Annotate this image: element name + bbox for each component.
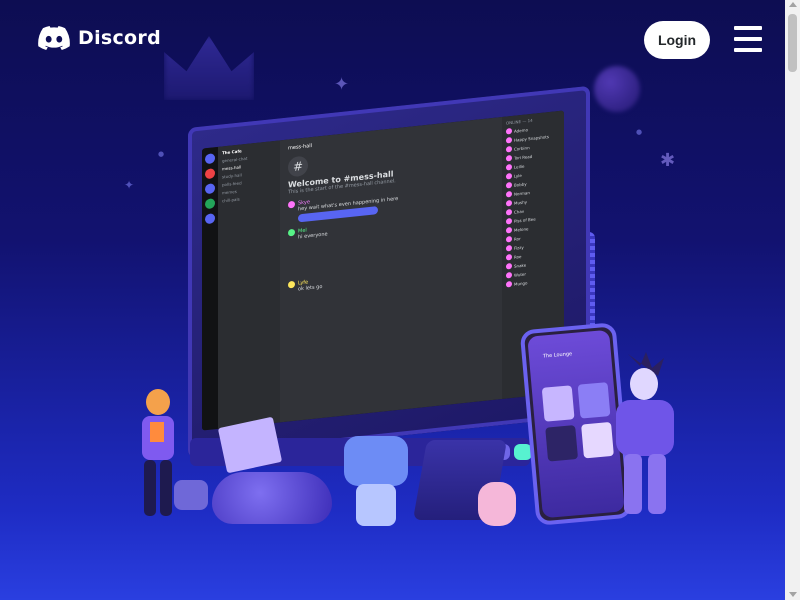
channel-sidebar: The Cafe general-chat mess-hall study-ha… [218, 140, 280, 429]
server-icon [205, 153, 215, 165]
discord-logo[interactable]: Discord [38, 26, 161, 50]
chat-area: mess-hall # Welcome to #mess-hall This i… [280, 116, 502, 423]
server-icon [205, 198, 215, 210]
hamburger-menu-icon[interactable] [734, 26, 762, 52]
chat-header: mess-hall [288, 142, 312, 152]
avatar [288, 200, 295, 209]
avatar [506, 172, 512, 180]
avatar [506, 217, 512, 225]
avatar [506, 136, 512, 144]
server-icon [205, 183, 215, 195]
login-button[interactable]: Login [644, 21, 710, 59]
phone-title: The Lounge [542, 351, 573, 360]
star-icon: ✦ [334, 74, 350, 95]
gamepad-illustration [212, 472, 332, 524]
avatar [288, 280, 295, 289]
avatar [506, 154, 512, 162]
hash-icon: # [288, 155, 308, 178]
video-tile [541, 385, 575, 422]
avatar [506, 145, 512, 153]
robot-body-illustration [356, 484, 396, 526]
orb-decoration [594, 66, 640, 112]
avatar [506, 280, 512, 288]
video-tile [545, 425, 579, 462]
avatar [506, 208, 512, 216]
server-icon [205, 213, 215, 225]
avatar [506, 253, 512, 261]
hero-section: ✦ ● ● ✱ ✦ Discord Login The Cafe general… [0, 0, 785, 600]
message-text: ok lets go [298, 283, 323, 293]
character-left-illustration [142, 389, 174, 516]
avatar [506, 271, 512, 279]
avatar [506, 127, 512, 135]
discord-controller-icon [38, 26, 70, 50]
server-list [202, 146, 218, 431]
avatar [506, 235, 512, 243]
chat-message: Lyfe ok lets go [288, 260, 494, 294]
crown-decoration [164, 36, 254, 100]
scroll-thumb[interactable] [788, 14, 797, 72]
scrollbar[interactable] [785, 0, 800, 600]
avatar [506, 226, 512, 234]
robot-head-illustration [344, 436, 408, 486]
avatar [506, 181, 512, 189]
scroll-up-arrow-icon[interactable] [789, 2, 797, 7]
avatar [506, 262, 512, 270]
bunny-illustration [478, 482, 516, 526]
discord-app-window: The Cafe general-chat mess-hall study-ha… [202, 110, 564, 431]
avatar [288, 228, 295, 237]
logo-wordmark: Discord [78, 27, 161, 49]
server-icon [205, 168, 215, 180]
sparkle-icon: ✦ [124, 178, 135, 192]
avatar [506, 163, 512, 171]
avatar [506, 190, 512, 198]
scroll-down-arrow-icon[interactable] [789, 592, 797, 597]
avatar [506, 244, 512, 252]
sparkle-icon: ● [636, 128, 643, 136]
character-right-illustration [616, 352, 674, 514]
sparkle-icon: ● [158, 150, 165, 158]
avatar [506, 199, 512, 207]
star-icon: ✱ [660, 150, 676, 171]
